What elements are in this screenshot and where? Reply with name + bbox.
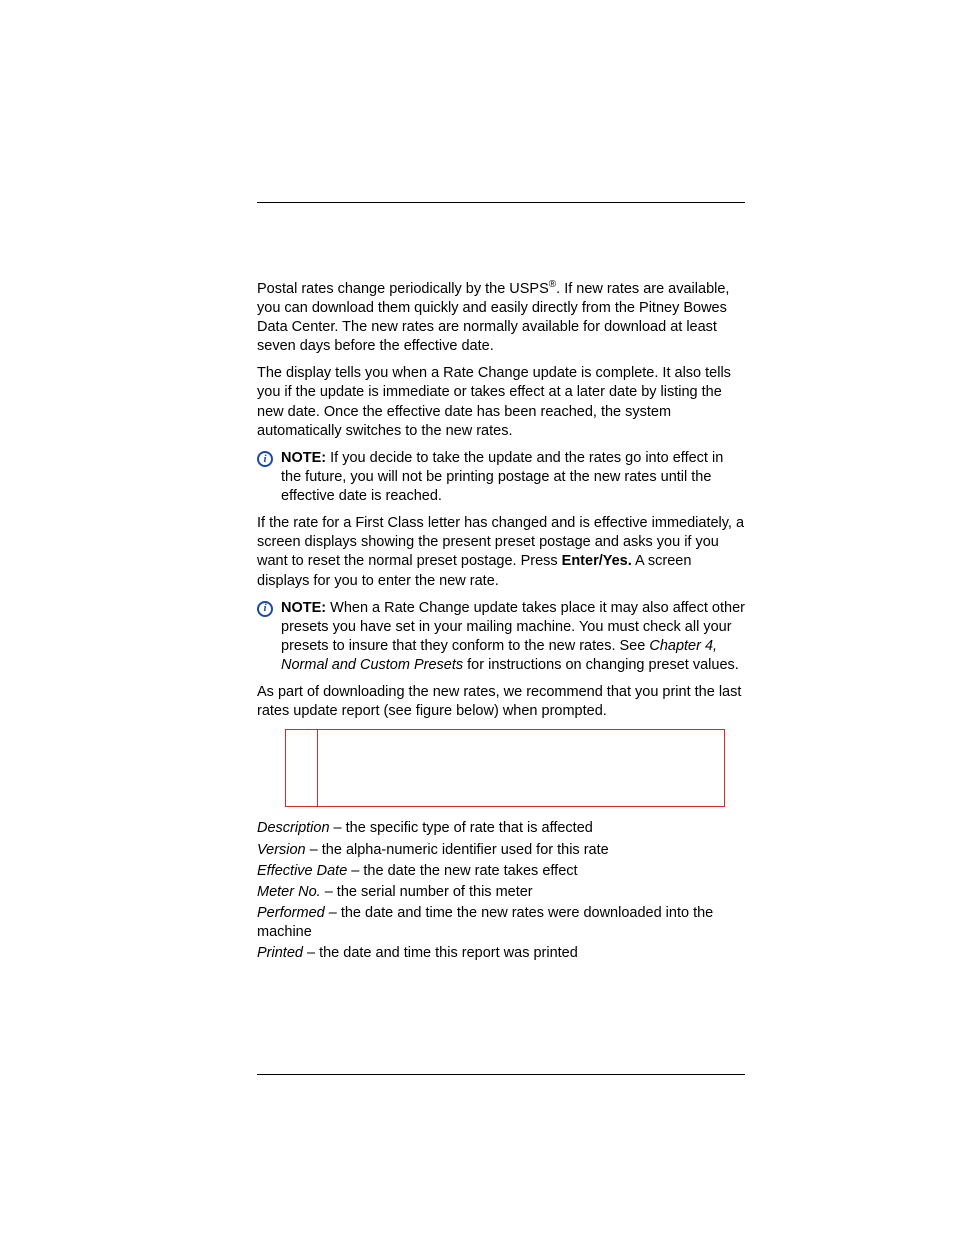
- note-label: NOTE:: [281, 450, 326, 466]
- report-eff-label: Effective date:: [468, 736, 525, 748]
- report-side-label: LAST RATES DOWNLOADED: [290, 730, 314, 806]
- note-text: NOTE: When a Rate Change update takes pl…: [281, 599, 745, 676]
- note2-body-b: for instructions on changing preset valu…: [463, 657, 739, 673]
- def-item: Meter No. – the serial number of this me…: [257, 883, 745, 902]
- def-text: – the serial number of this meter: [321, 884, 533, 900]
- footer-page-number: 5-5: [726, 1085, 745, 1100]
- def-text: – the alpha-numeric identifier used for …: [306, 842, 609, 858]
- paragraph: The display tells you when a Rate Change…: [257, 364, 745, 441]
- def-text: – the date and time this report was prin…: [303, 945, 578, 961]
- info-icon: i: [257, 601, 273, 617]
- note1-body: If you decide to take the update and the…: [281, 450, 723, 504]
- def-item: Version – the alpha-numeric identifier u…: [257, 841, 745, 860]
- divider-bottom: [257, 1074, 745, 1075]
- note-label: NOTE:: [281, 600, 326, 616]
- paragraph: As part of downloading the new rates, we…: [257, 683, 745, 721]
- report-printed: Printed:: [475, 789, 506, 801]
- section-title: Downloads from the Data Center to Your M…: [140, 250, 240, 398]
- report-box: LAST RATES DOWNLOADED Description: Versi…: [285, 729, 725, 807]
- report-side: LAST RATES DOWNLOADED: [286, 730, 318, 806]
- note-block-1: i NOTE: If you decide to take the update…: [257, 449, 745, 506]
- def-item: Performed – the date and time the new ra…: [257, 904, 745, 942]
- divider-top: [257, 202, 745, 203]
- note-text: NOTE: If you decide to take the update a…: [281, 449, 745, 506]
- def-label: Meter No.: [257, 884, 321, 900]
- paragraph: Postal rates change periodically by the …: [257, 278, 745, 356]
- def-item: Description – the specific type of rate …: [257, 819, 745, 838]
- def-label: Version: [257, 842, 306, 858]
- report-meter: Meter No.:: [328, 789, 370, 801]
- enter-yes: Enter/Yes.: [562, 553, 632, 569]
- def-text: – the specific type of rate that is affe…: [330, 820, 593, 836]
- def-item: Effective Date – the date the new rate t…: [257, 862, 745, 881]
- report-body: Description: Version: Effective date: Me…: [318, 730, 724, 806]
- report-performed: Performed:: [400, 789, 445, 801]
- note-block-2: i NOTE: When a Rate Change update takes …: [257, 599, 745, 676]
- chapter-header: 5 • Adding Postage/Connecting to Data Ce…: [371, 170, 744, 190]
- report-ver-label: Version:: [406, 736, 439, 748]
- footer-left: SV61983 Rev. G: [257, 1085, 354, 1100]
- def-text: – the date and time the new rates were d…: [257, 905, 713, 940]
- def-label: Printed: [257, 945, 303, 961]
- definition-list: Description – the specific type of rate …: [257, 819, 745, 963]
- def-label: Performed: [257, 905, 325, 921]
- def-item: Printed – the date and time this report …: [257, 944, 745, 963]
- paragraph: If the rate for a First Class letter has…: [257, 514, 745, 591]
- info-icon: i: [257, 451, 273, 467]
- def-label: Effective Date: [257, 863, 347, 879]
- report-desc-label: Description:: [328, 736, 376, 748]
- para1a: Postal rates change periodically by the …: [257, 281, 549, 297]
- def-text: – the date the new rate takes effect: [347, 863, 577, 879]
- def-label: Description: [257, 820, 330, 836]
- main-content: Postal rates change periodically by the …: [257, 278, 745, 965]
